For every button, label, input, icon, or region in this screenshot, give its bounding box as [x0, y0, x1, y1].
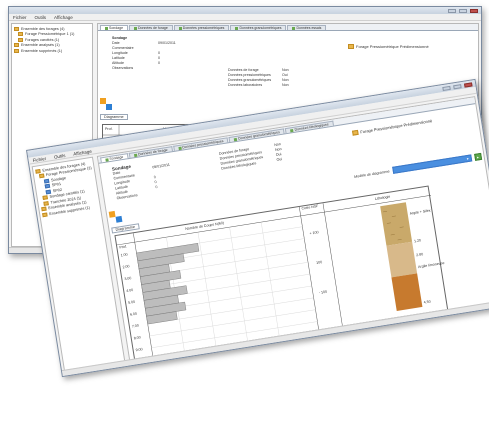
prop-value: 09/01/2011	[158, 41, 176, 45]
tree-item[interactable]: Ensemble supprimés (1)	[14, 48, 90, 54]
chart-header-left: Prof.	[105, 127, 113, 131]
back-window-titlebar	[9, 7, 481, 14]
tab-label: Données granulométriques	[239, 26, 282, 30]
tab-label: Données de forage	[138, 26, 168, 30]
chevron-down-icon: ▾	[466, 156, 469, 161]
tab-status-icon	[292, 26, 296, 30]
menu-outils[interactable]: Outils	[35, 15, 47, 20]
maximize-icon[interactable]	[459, 8, 467, 13]
tab-status-icon	[234, 137, 238, 141]
litho-layer-3	[391, 273, 423, 311]
tab-granulo[interactable]: Données granulométriques	[230, 25, 287, 30]
menu-affichage[interactable]: Affichage	[54, 15, 73, 20]
document-icon	[45, 189, 52, 195]
tab-label: Données essais	[296, 26, 322, 30]
tab-essais[interactable]: Données essais	[287, 25, 327, 30]
tab-label: Données de forage	[137, 147, 168, 157]
tab-label: Données pressiométriques	[182, 139, 224, 150]
tree-item-label: Ensemble supprimés (1)	[21, 48, 63, 53]
folder-icon	[35, 168, 41, 174]
folder-icon	[42, 212, 48, 217]
project-label: Forage Pressiométrique Prédimensionné	[356, 44, 429, 49]
tab-status-icon	[178, 26, 182, 30]
close-icon[interactable]	[463, 81, 473, 88]
logo-icon	[106, 104, 112, 110]
tab-status-icon	[178, 146, 182, 150]
back-point-props: Sondage Date 09/01/2011 Commentaire Longi…	[112, 36, 232, 71]
maximize-icon[interactable]	[453, 83, 462, 89]
tab-status-icon	[235, 26, 239, 30]
tab-label: Sondage	[109, 26, 124, 30]
logo-icon	[108, 210, 116, 218]
tab-label: Données granulométriques	[237, 130, 281, 141]
tab-status-icon	[105, 26, 108, 30]
litho-layer-2	[386, 241, 418, 278]
tab-status-icon	[134, 26, 138, 30]
folder-icon	[43, 200, 49, 206]
tab-label: Données lithologiques	[294, 122, 329, 132]
tree-item-label: Ensemble des forages (4)	[21, 26, 65, 31]
prop-value: Non	[282, 83, 289, 87]
go-button[interactable]: ▸	[473, 152, 482, 161]
tab-sondage[interactable]: Sondage	[100, 25, 129, 30]
back-menubar: Fichier Outils Affichage	[9, 14, 481, 21]
minimize-icon[interactable]	[442, 85, 451, 91]
prop-value: 0	[155, 184, 158, 190]
back-point-props-right: Données de forage Non Données pressiométr…	[228, 68, 338, 88]
folder-icon	[348, 44, 354, 49]
tree-item-label: Ensemble analysés (1)	[21, 43, 60, 48]
folder-icon	[38, 173, 45, 179]
folder-icon	[41, 206, 47, 212]
menu-outils[interactable]: Outils	[54, 152, 66, 159]
prop-label: Observations	[112, 66, 134, 70]
tab-forage[interactable]: Données de forage	[128, 146, 173, 158]
front-model-row: Modèle de diagramme ▾ ▸	[353, 152, 482, 180]
menu-fichier[interactable]: Fichier	[13, 15, 27, 20]
tab-sondage[interactable]: Sondage	[100, 153, 129, 163]
tab-status-icon	[105, 157, 109, 162]
logo-icon	[115, 215, 123, 223]
front-chart-frame: Prof. Nombre de Coups N(60) Cotes NGF Li…	[114, 185, 449, 360]
tab-pressio[interactable]: Données pressiométriques	[173, 25, 230, 30]
model-select[interactable]: ▾	[391, 154, 473, 174]
minimize-icon[interactable]	[448, 8, 456, 13]
tree-item-label: Forage Pressiométrique 1 (1)	[25, 32, 75, 37]
prop-value: 0	[158, 61, 160, 65]
tree-item-label: Forages carottés (1)	[25, 37, 60, 42]
panel-label: Diagramme	[115, 224, 136, 232]
folder-icon	[42, 195, 49, 201]
prop-value	[156, 190, 157, 195]
litho-layer-1	[380, 202, 413, 246]
back-tab-bar: Sondage Données de forage Données pressi…	[98, 24, 478, 31]
document-icon	[43, 178, 50, 184]
tab-status-icon	[290, 128, 294, 132]
menu-affichage[interactable]: Affichage	[73, 148, 92, 156]
document-icon	[44, 183, 51, 189]
tab-forage[interactable]: Données de forage	[129, 25, 173, 30]
back-project-link[interactable]: Forage Pressiométrique Prédimensionné	[348, 44, 429, 49]
panel-label: Diagramme	[104, 115, 124, 119]
folder-icon	[14, 26, 19, 31]
folder-icon	[14, 48, 19, 53]
tab-label: Sondage	[109, 154, 124, 162]
prop-label: Données laboratoires	[228, 83, 263, 87]
model-label: Modèle de diagramme	[353, 168, 390, 179]
tab-status-icon	[133, 153, 138, 157]
prop-value: Oui	[276, 157, 283, 162]
menu-fichier[interactable]: Fichier	[32, 155, 46, 162]
folder-icon	[352, 129, 359, 136]
close-icon[interactable]	[470, 8, 478, 13]
back-panel-tab[interactable]: Diagramme	[100, 114, 128, 120]
folder-icon	[18, 37, 23, 42]
tab-label: Données pressiométriques	[182, 26, 225, 30]
folder-icon	[18, 32, 23, 37]
folder-icon	[14, 43, 19, 48]
